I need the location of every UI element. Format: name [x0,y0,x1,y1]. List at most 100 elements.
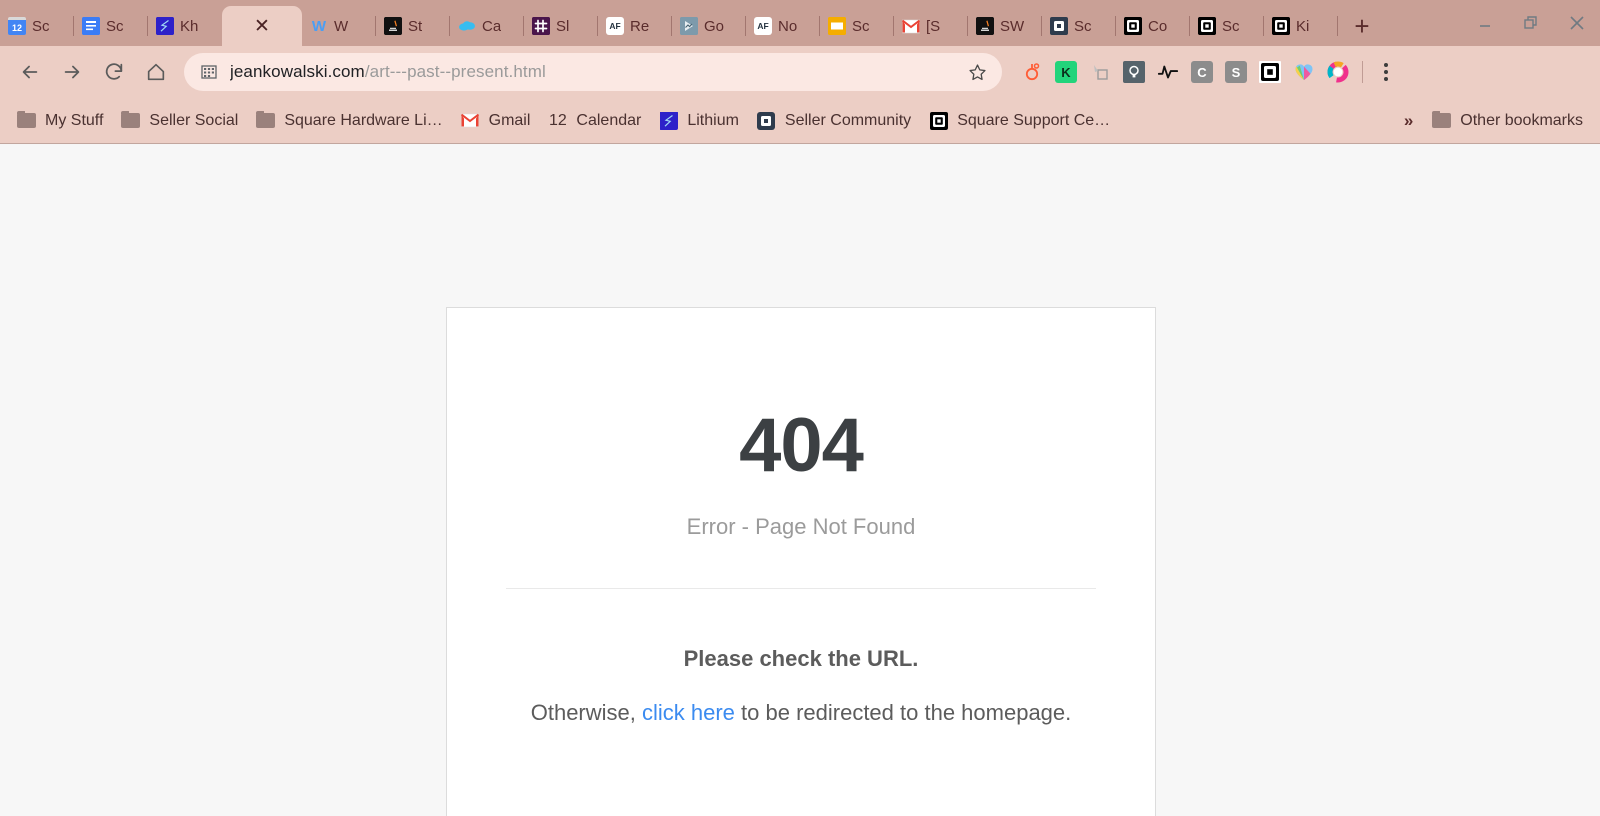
message-secondary: Otherwise, click here to be redirected t… [447,700,1155,726]
gmail-icon [902,17,920,35]
tab-label: Kh [180,17,199,35]
message-secondary-suffix: to be redirected to the homepage. [734,700,1072,725]
airtable-af-icon: AF [754,17,772,35]
bookmark-item-7[interactable]: Square Support Ce… [920,106,1119,135]
url-host: jeankowalski.com [230,62,365,81]
site-info-icon[interactable] [200,63,218,81]
bookmark-label: Other bookmarks [1460,111,1583,129]
clockwise-extension[interactable] [1322,56,1354,88]
c-extension[interactable]: C [1186,56,1218,88]
google-calendar-icon: 12 [549,111,567,129]
tab-label: Sc [32,17,50,35]
tab-close-icon[interactable]: ✕ [254,17,270,36]
tab-label: Ki [1296,17,1310,35]
tab-2[interactable]: Kh [148,6,222,46]
tab-label: Go [704,17,725,35]
google-calendar-icon: 12 [8,17,26,35]
square-extension[interactable] [1254,56,1286,88]
square-black-icon [929,111,948,130]
tab-label: Co [1148,17,1168,35]
tab-active[interactable]: ✕ [222,6,302,46]
tab-16[interactable]: Sc [1190,6,1264,46]
kiwi-extension-glyph: K [1055,61,1077,83]
url-text[interactable]: jeankowalski.com/art---past--present.htm… [230,62,966,82]
google-docs-icon [82,17,100,35]
homepage-link[interactable]: click here [642,700,735,725]
bookmark-label: Lithium [687,111,739,129]
clockwise-extension-glyph [1327,61,1349,83]
grammar-extension[interactable] [1084,56,1116,88]
stackoverflow-icon [976,17,994,35]
tab-13[interactable]: SW [968,6,1042,46]
window-controls [1462,0,1600,46]
tab-10[interactable]: AF No [746,6,820,46]
tab-12[interactable]: [S [894,6,968,46]
s-extension[interactable]: S [1220,56,1252,88]
close-button[interactable] [1554,0,1600,46]
heart-extension[interactable] [1288,56,1320,88]
tab-label: SW [1000,17,1025,35]
bookmark-item-3[interactable]: Gmail [452,106,540,135]
bookmark-label: Calendar [576,111,642,129]
analytics-extension-glyph [1157,61,1179,83]
lithium-icon [156,17,174,35]
address-bar[interactable]: jeankowalski.com/art---past--present.htm… [184,53,1002,91]
message-primary: Please check the URL. [683,646,919,671]
minimize-button[interactable] [1462,0,1508,46]
back-arrow-icon[interactable] [10,52,50,92]
bookmark-item-1[interactable]: Seller Social [112,106,247,135]
tab-0[interactable]: 12 Sc [0,6,74,46]
tab-17[interactable]: Ki [1264,6,1338,46]
hubspot-extension[interactable] [1016,56,1048,88]
bookmark-other-bookmarks[interactable]: Other bookmarks [1423,106,1592,135]
tab-15[interactable]: Co [1116,6,1190,46]
tab-11[interactable]: Sc [820,6,894,46]
home-icon[interactable] [136,52,176,92]
bookmark-item-2[interactable]: Square Hardware Li… [247,106,451,135]
tab-14[interactable]: Sc [1042,6,1116,46]
three-dot-menu-icon[interactable] [1371,54,1401,90]
bookmarks-overflow-button[interactable]: » [1394,111,1423,131]
tab-label: No [778,17,798,35]
tab-label: Ca [482,17,502,35]
tab-label: Sc [852,17,870,35]
tab-7[interactable]: Sl [524,6,598,46]
bookmark-item-6[interactable]: Seller Community [748,106,920,135]
bookmark-item-5[interactable]: Lithium [650,106,748,135]
bookmark-item-4[interactable]: 12 Calendar [539,106,650,135]
square-black-icon [1198,17,1216,35]
tab-6[interactable]: Ca [450,6,524,46]
maximize-button[interactable] [1508,0,1554,46]
message-secondary-prefix: Otherwise, [530,700,642,725]
tab-9[interactable]: Go [672,6,746,46]
bookmark-label: Gmail [488,111,531,129]
tab-label: St [408,17,423,35]
tab-list: 12 Sc Sc Kh ✕ W W St Ca Sl AF Re Go AF No Sc [S SW Sc Co Sc K… [0,0,1338,46]
folder-icon [17,111,36,130]
lightbulb-extension[interactable] [1118,56,1150,88]
analytics-extension[interactable] [1152,56,1184,88]
new-tab-button[interactable]: + [1344,8,1380,44]
kiwi-extension[interactable]: K [1050,56,1082,88]
reload-icon[interactable] [94,52,134,92]
tab-4[interactable]: WW [302,6,376,46]
square-black-icon [1272,17,1290,35]
square-black-icon [1124,17,1142,35]
folder-icon [256,111,276,130]
bookmark-list: My Stuff Seller Social Square Hardware Li…… [8,106,1119,135]
forward-arrow-icon[interactable] [52,52,92,92]
folder-icon [121,111,141,130]
gmail-icon [461,111,480,130]
orange-note-icon [828,17,846,35]
tab-8[interactable]: AF Re [598,6,672,46]
page-viewport: 404 Error - Page Not Found Please check … [0,145,1600,816]
bookmark-label: My Stuff [45,111,104,129]
tab-1[interactable]: Sc [74,6,148,46]
lightbulb-extension-glyph [1123,61,1145,83]
tab-5[interactable]: St [376,6,450,46]
star-icon[interactable] [966,62,988,83]
bookmark-item-0[interactable]: My Stuff [8,106,112,135]
heart-extension-glyph [1293,61,1315,83]
bookmarks-overflow-area: » Other bookmarks [1394,106,1592,135]
bookmark-label: Seller Social [149,111,239,129]
